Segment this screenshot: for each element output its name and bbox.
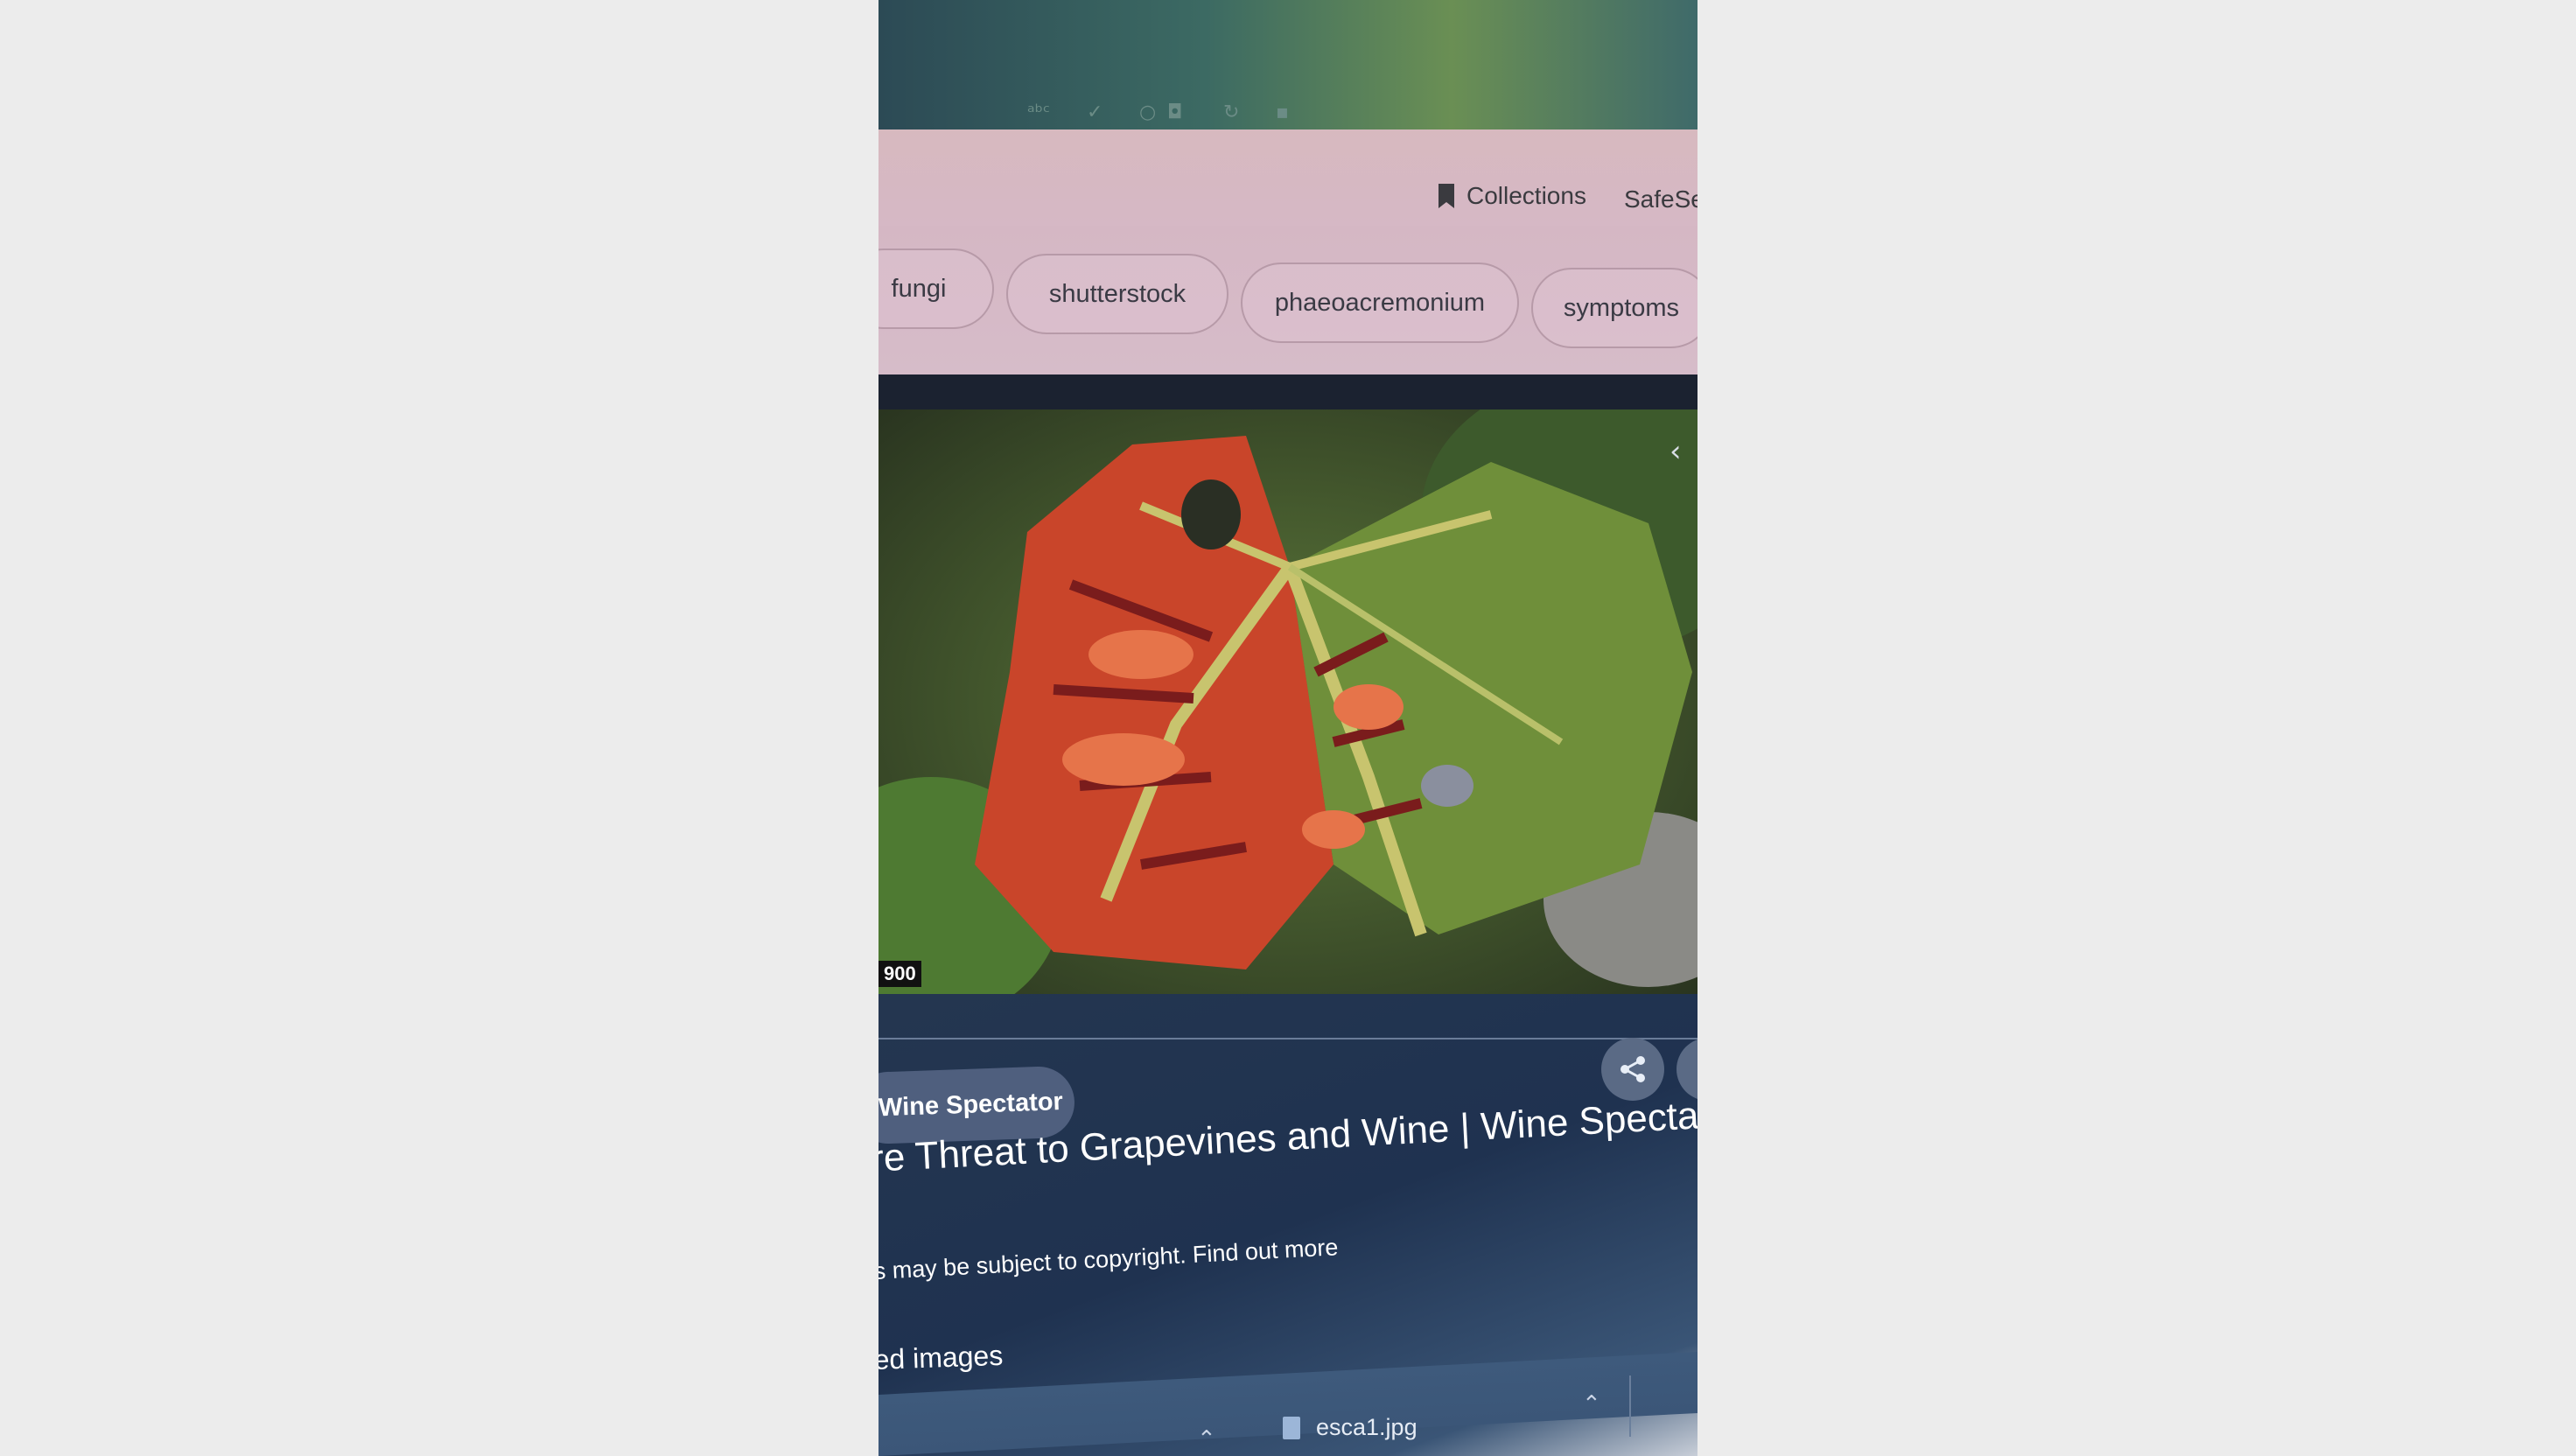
shelf-separator — [1629, 1376, 1631, 1437]
safesearch-button[interactable]: SafeSe — [1624, 186, 1698, 214]
related-chips-row: fungi shutterstock phaeoacremonium sympt… — [878, 226, 1698, 374]
preview-image[interactable] — [878, 410, 1698, 994]
results-header: Collections SafeSe — [878, 130, 1698, 228]
chevron-up-icon[interactable]: ⌃ — [1197, 1426, 1216, 1452]
collections-button[interactable]: Collections — [1438, 182, 1586, 210]
chip-fungi[interactable]: fungi — [878, 248, 994, 329]
download-options-icon[interactable]: ⌃ — [1582, 1391, 1601, 1418]
refresh-icon[interactable]: ↻ — [1223, 102, 1239, 123]
chip-symptoms[interactable]: symptoms — [1531, 268, 1698, 348]
browser-toolbar: ᵃᵇᶜ ✓ ○ ◘ ↻ ▪ — [878, 0, 1698, 133]
collections-label: Collections — [1466, 182, 1586, 209]
resolution-label: 900 — [878, 961, 921, 987]
check-icon[interactable]: ✓ — [1087, 102, 1102, 123]
grape-leaf-image — [878, 410, 1698, 994]
pocket-icon[interactable]: ◘ — [1167, 102, 1182, 123]
chip-phaeoacremonium[interactable]: phaeoacremonium — [1241, 262, 1519, 343]
share-icon — [1620, 1056, 1645, 1082]
share-button[interactable] — [1601, 1038, 1664, 1101]
chip-shutterstock[interactable]: shutterstock — [1006, 254, 1228, 334]
bookmark-icon — [1438, 184, 1454, 208]
panel-divider — [878, 1038, 1698, 1040]
extension-icon[interactable]: ▪ — [1276, 102, 1289, 123]
photo-of-screen: ᵃᵇᶜ ✓ ○ ◘ ↻ ▪ Collections SafeSe fungi s… — [878, 0, 1698, 1456]
file-icon — [1283, 1416, 1300, 1439]
related-images-heading: ed images — [878, 1339, 1004, 1376]
download-filename: esca1.jpg — [1316, 1414, 1418, 1440]
abc-check-icon[interactable]: ᵃᵇᶜ — [1027, 102, 1050, 123]
chevron-left-icon[interactable]: ‹ — [1670, 434, 1682, 469]
circle-icon[interactable]: ○ — [1139, 102, 1156, 123]
download-item[interactable]: esca1.jpg — [1283, 1414, 1418, 1441]
